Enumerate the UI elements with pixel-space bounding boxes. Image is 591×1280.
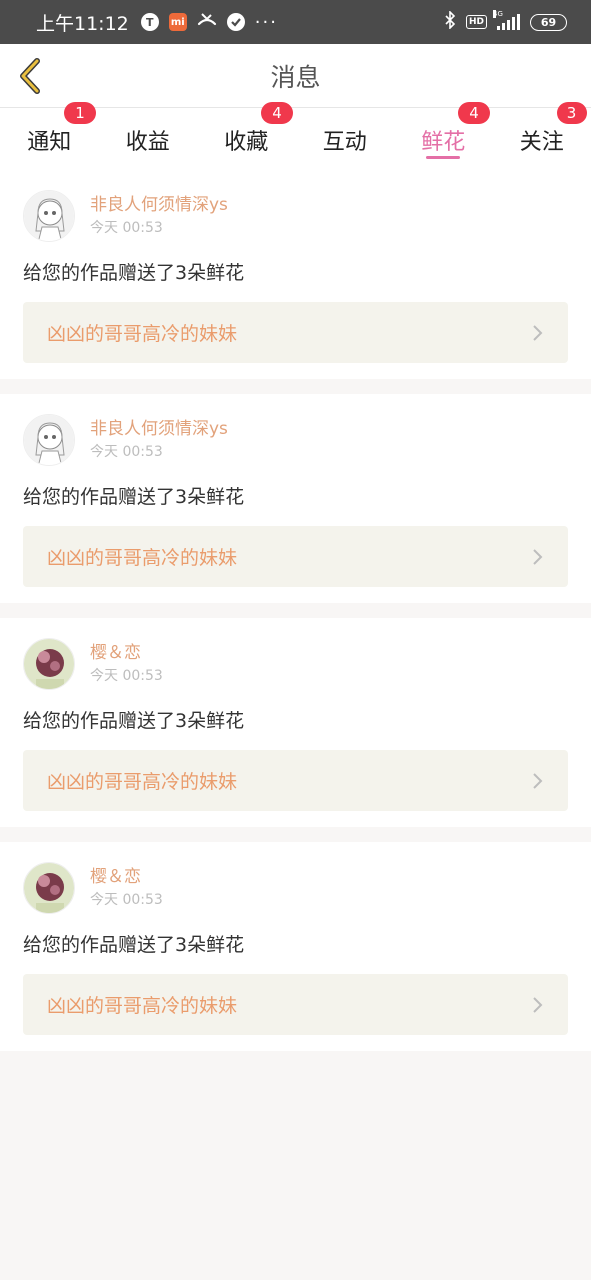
username[interactable]: 非良人何须情深ys (90, 193, 228, 217)
card-user-info: 樱＆恋 今天 00:53 (90, 865, 163, 911)
tab-earnings[interactable]: 收益 (99, 108, 198, 170)
avatar[interactable] (23, 414, 75, 466)
back-button[interactable] (10, 56, 50, 96)
page-title: 消息 (270, 62, 321, 92)
tab-flowers[interactable]: 鲜花 4 (394, 102, 493, 170)
tab-label: 互动 (322, 130, 367, 155)
avatar[interactable] (23, 190, 75, 242)
work-title: 凶凶的哥哥高冷的妹妹 (47, 323, 238, 345)
unread-badge: 4 (261, 102, 293, 124)
tab-label: 关注 (519, 130, 564, 155)
flower-message-list: 非良人何须情深ys 今天 00:53 给您的作品赠送了3朵鲜花 凶凶的哥哥高冷的… (0, 170, 591, 1051)
app-header: 消息 (0, 44, 591, 108)
work-title: 凶凶的哥哥高冷的妹妹 (47, 995, 238, 1017)
tab-notifications[interactable]: 通知 1 (0, 102, 99, 170)
status-time: 上午11:12 (36, 12, 129, 35)
tab-bar: 通知 1 收益 收藏 4 互动 鲜花 4 关注 3 (0, 102, 591, 170)
card-header: 非良人何须情深ys 今天 00:53 (23, 412, 568, 468)
chevron-right-icon (533, 772, 543, 789)
work-link[interactable]: 凶凶的哥哥高冷的妹妹 (23, 750, 568, 811)
more-notifications-icon: ··· (254, 11, 278, 33)
hd-icon: HD (465, 15, 487, 29)
card-header: 樱＆恋 今天 00:53 (23, 860, 568, 916)
work-link[interactable]: 凶凶的哥哥高冷的妹妹 (23, 526, 568, 587)
work-title: 凶凶的哥哥高冷的妹妹 (47, 547, 238, 569)
tab-label: 收益 (125, 130, 170, 155)
active-tab-indicator (426, 156, 461, 159)
username[interactable]: 樱＆恋 (90, 641, 163, 665)
avatar[interactable] (23, 862, 75, 914)
signal-icon: 4G (493, 10, 520, 30)
unread-badge: 3 (556, 102, 587, 124)
tab-favorites[interactable]: 收藏 4 (197, 102, 296, 170)
missed-call-icon (197, 12, 217, 32)
username[interactable]: 非良人何须情深ys (90, 417, 228, 441)
list-item: 樱＆恋 今天 00:53 给您的作品赠送了3朵鲜花 凶凶的哥哥高冷的妹妹 (0, 618, 591, 827)
card-user-info: 樱＆恋 今天 00:53 (90, 641, 163, 687)
status-bar: 上午11:12 T mi ··· HD 4G 69 (0, 0, 591, 44)
battery-icon: 69 (530, 13, 567, 31)
timestamp: 今天 00:53 (90, 668, 163, 684)
unread-badge: 4 (458, 102, 490, 124)
username[interactable]: 樱＆恋 (90, 865, 163, 889)
tab-label: 收藏 (224, 130, 269, 155)
card-header: 非良人何须情深ys 今天 00:53 (23, 188, 568, 244)
chevron-right-icon (533, 996, 543, 1013)
tab-interactions[interactable]: 互动 (296, 108, 395, 170)
check-icon (226, 13, 245, 31)
unread-badge: 1 (64, 102, 96, 124)
card-header: 樱＆恋 今天 00:53 (23, 636, 568, 692)
work-link[interactable]: 凶凶的哥哥高冷的妹妹 (23, 974, 568, 1035)
status-icons-right: HD 4G 69 (444, 10, 567, 33)
chevron-left-icon (20, 58, 40, 94)
network-type: 4G (493, 10, 503, 18)
list-item: 非良人何须情深ys 今天 00:53 给您的作品赠送了3朵鲜花 凶凶的哥哥高冷的… (0, 170, 591, 379)
timestamp: 今天 00:53 (90, 220, 163, 236)
list-item: 樱＆恋 今天 00:53 给您的作品赠送了3朵鲜花 凶凶的哥哥高冷的妹妹 (0, 842, 591, 1051)
chevron-right-icon (533, 324, 543, 341)
avatar[interactable] (23, 638, 75, 690)
mi-app-icon: mi (168, 13, 187, 31)
card-user-info: 非良人何须情深ys 今天 00:53 (90, 417, 228, 463)
work-title: 凶凶的哥哥高冷的妹妹 (47, 771, 238, 793)
bluetooth-icon (444, 10, 456, 33)
message-text: 给您的作品赠送了3朵鲜花 (23, 710, 245, 732)
work-link[interactable]: 凶凶的哥哥高冷的妹妹 (23, 302, 568, 363)
card-user-info: 非良人何须情深ys 今天 00:53 (90, 193, 228, 239)
chevron-right-icon (533, 548, 543, 565)
status-icons-left: T mi ··· (140, 11, 278, 33)
tab-label: 鲜花 (421, 130, 466, 155)
timestamp: 今天 00:53 (90, 892, 163, 908)
list-item: 非良人何须情深ys 今天 00:53 给您的作品赠送了3朵鲜花 凶凶的哥哥高冷的… (0, 394, 591, 603)
tab-label: 通知 (27, 130, 72, 155)
message-text: 给您的作品赠送了3朵鲜花 (23, 486, 245, 508)
message-text: 给您的作品赠送了3朵鲜花 (23, 262, 245, 284)
t-app-icon: T (140, 13, 159, 31)
tab-follows[interactable]: 关注 3 (493, 102, 591, 170)
message-text: 给您的作品赠送了3朵鲜花 (23, 934, 245, 956)
timestamp: 今天 00:53 (90, 444, 163, 460)
